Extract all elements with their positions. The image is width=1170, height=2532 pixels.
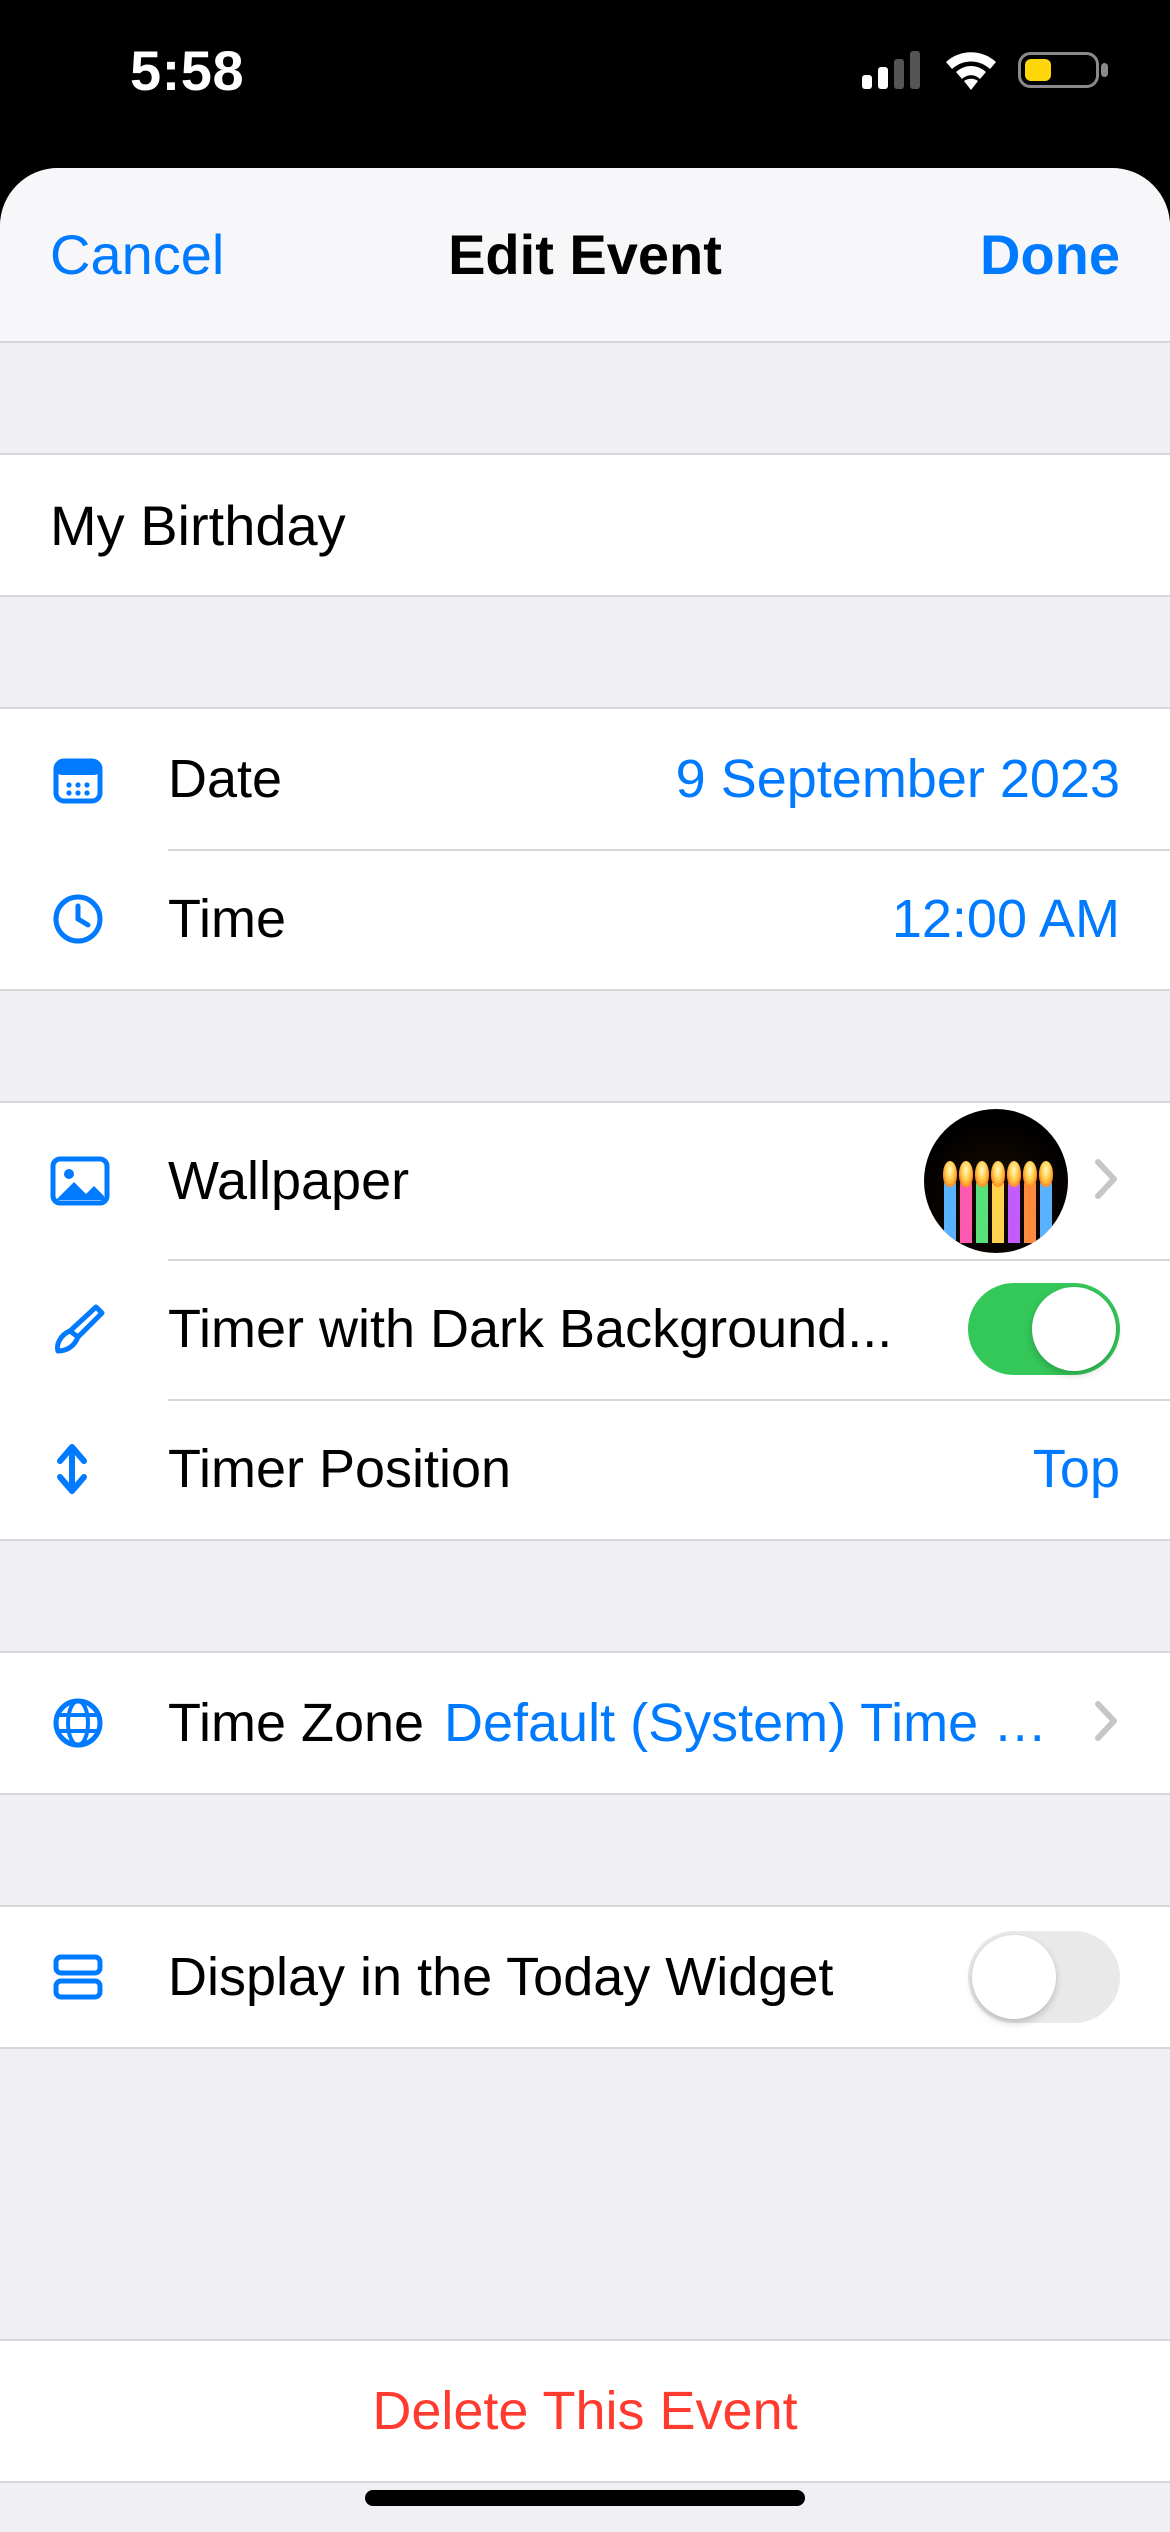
widget-section: Display in the Today Widget [0,1905,1170,2049]
datetime-section: Date 9 September 2023 Time 12:00 AM [0,707,1170,991]
delete-section: Delete This Event [0,2339,1170,2483]
date-label: Date [168,748,282,810]
date-row[interactable]: Date 9 September 2023 [0,709,1170,849]
widget-icon [50,1949,106,2005]
globe-icon [50,1695,106,1751]
chevron-right-icon [1094,1700,1120,1747]
dark-background-toggle[interactable] [968,1283,1120,1375]
edit-event-sheet: Cancel Edit Event Done Date 9 [0,168,1170,2532]
today-widget-row: Display in the Today Widget [0,1907,1170,2047]
today-widget-label: Display in the Today Widget [168,1946,833,2008]
paintbrush-icon [50,1301,106,1357]
battery-icon [1018,50,1110,90]
wallpaper-label: Wallpaper [168,1150,409,1212]
today-widget-toggle[interactable] [968,1931,1120,2023]
arrows-vertical-icon [50,1441,94,1497]
timezone-value: Default (System) Time Z... [444,1692,1068,1754]
wallpaper-thumbnail [924,1109,1068,1253]
date-value: 9 September 2023 [676,748,1120,810]
calendar-icon [50,751,106,807]
timer-position-label: Timer Position [168,1438,511,1500]
wifi-icon [942,50,1000,90]
dark-background-row: Timer with Dark Background... [0,1259,1170,1399]
timer-position-row[interactable]: Timer Position Top [0,1399,1170,1539]
status-bar: 5:58 [0,0,1170,140]
done-button[interactable]: Done [980,223,1120,286]
wallpaper-row[interactable]: Wallpaper [0,1103,1170,1259]
timezone-label: Time Zone [168,1692,424,1754]
status-indicators [862,50,1110,90]
timezone-section: Time Zone Default (System) Time Z... [0,1651,1170,1795]
timezone-row[interactable]: Time Zone Default (System) Time Z... [0,1653,1170,1793]
picture-icon [50,1156,110,1206]
title-section [0,453,1170,597]
dark-background-label: Timer with Dark Background... [168,1298,892,1360]
clock-icon [50,891,106,947]
cancel-button[interactable]: Cancel [50,223,224,286]
status-time: 5:58 [130,38,244,103]
time-row[interactable]: Time 12:00 AM [0,849,1170,989]
time-value: 12:00 AM [892,888,1120,950]
appearance-section: Wallpaper Timer with D [0,1101,1170,1541]
sheet-navbar: Cancel Edit Event Done [0,168,1170,343]
time-label: Time [168,888,286,950]
delete-event-label: Delete This Event [50,2380,1120,2442]
sheet-title: Edit Event [310,222,860,287]
chevron-right-icon [1094,1158,1120,1205]
home-indicator [365,2490,805,2506]
delete-event-button[interactable]: Delete This Event [0,2341,1170,2481]
event-title-input[interactable] [50,493,1120,558]
timer-position-value: Top [1033,1438,1120,1500]
cellular-icon [862,51,924,89]
